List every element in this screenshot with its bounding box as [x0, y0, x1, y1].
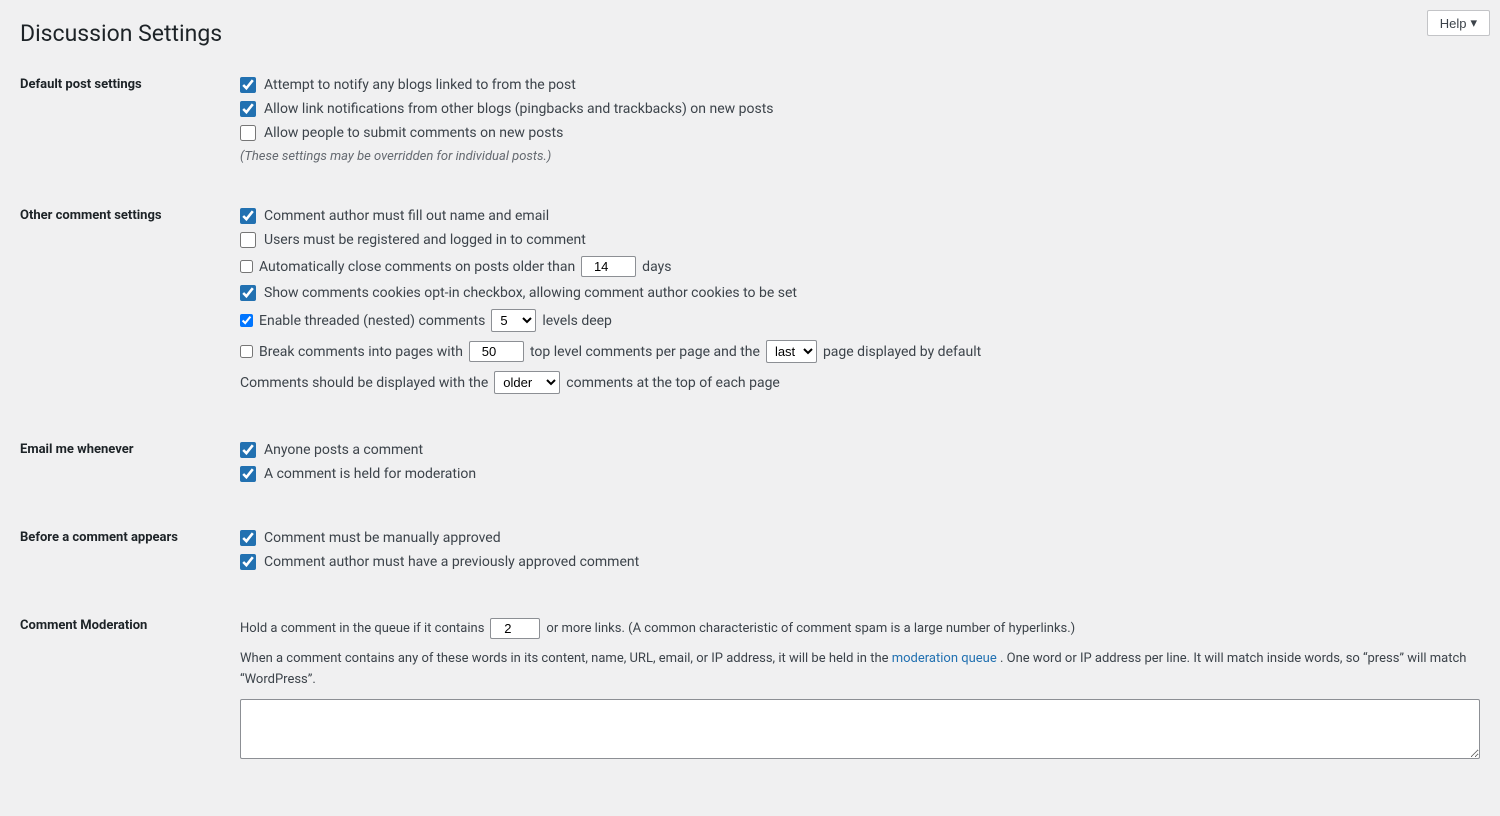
hold-links-input[interactable]	[490, 618, 540, 639]
before-comment-appears-row: Before a comment appears Comment must be…	[20, 520, 1480, 588]
default-post-settings-note: (These settings may be overridden for in…	[240, 149, 1480, 164]
registered-logged-in-text: Users must be registered and logged in t…	[264, 232, 586, 248]
comment-moderation-content: Hold a comment in the queue if it contai…	[240, 608, 1480, 773]
author-name-email-row: Comment author must fill out name and em…	[240, 208, 1480, 224]
author-name-email-text: Comment author must fill out name and em…	[264, 208, 549, 224]
cookies-text: Show comments cookies opt-in checkbox, a…	[264, 285, 797, 301]
allow-comments-text: Allow people to submit comments on new p…	[264, 125, 563, 141]
previously-approved-checkbox[interactable]	[240, 554, 256, 570]
break-label-after: page displayed by default	[823, 344, 981, 360]
held-moderation-row: A comment is held for moderation	[240, 466, 1480, 482]
auto-close-checkbox[interactable]	[240, 260, 253, 273]
display-label-after: comments at the top of each page	[566, 375, 780, 391]
help-button-label: Help	[1440, 16, 1467, 31]
settings-table: Default post settings Attempt to notify …	[20, 67, 1480, 773]
break-label-before: Break comments into pages with	[259, 344, 463, 360]
comment-moderation-label: Comment Moderation	[20, 608, 240, 773]
anyone-posts-text: Anyone posts a comment	[264, 442, 423, 458]
display-order-select[interactable]: older newer	[494, 371, 560, 394]
registered-logged-in-label[interactable]: Users must be registered and logged in t…	[240, 232, 586, 248]
other-comment-settings-row: Other comment settings Comment author mu…	[20, 198, 1480, 412]
threaded-comments-row: Enable threaded (nested) comments 5 2 3 …	[240, 309, 1480, 332]
comment-moderation-row: Comment Moderation Hold a comment in the…	[20, 608, 1480, 773]
cookies-label[interactable]: Show comments cookies opt-in checkbox, a…	[240, 285, 797, 301]
allow-comments-label[interactable]: Allow people to submit comments on new p…	[240, 125, 563, 141]
previously-approved-text: Comment author must have a previously ap…	[264, 554, 639, 570]
threaded-label-after: levels deep	[542, 313, 612, 329]
threaded-comments-checkbox[interactable]	[240, 314, 253, 327]
previously-approved-label[interactable]: Comment author must have a previously ap…	[240, 554, 639, 570]
break-comments-checkbox[interactable]	[240, 345, 253, 358]
hold-label-before: Hold a comment in the queue if it contai…	[240, 621, 484, 636]
attempt-notify-row: Attempt to notify any blogs linked to fr…	[240, 77, 1480, 93]
held-moderation-text: A comment is held for moderation	[264, 466, 476, 482]
default-post-settings-row: Default post settings Attempt to notify …	[20, 67, 1480, 178]
allow-link-notifications-checkbox[interactable]	[240, 101, 256, 117]
allow-link-notifications-row: Allow link notifications from other blog…	[240, 101, 1480, 117]
author-name-email-label[interactable]: Comment author must fill out name and em…	[240, 208, 549, 224]
previously-approved-row: Comment author must have a previously ap…	[240, 554, 1480, 570]
auto-close-label-before: Automatically close comments on posts ol…	[259, 259, 575, 275]
break-comments-input[interactable]	[469, 341, 524, 362]
help-chevron-icon: ▾	[1470, 15, 1477, 31]
auto-close-label-after: days	[642, 259, 671, 275]
registered-logged-in-checkbox[interactable]	[240, 232, 256, 248]
anyone-posts-label[interactable]: Anyone posts a comment	[240, 442, 423, 458]
attempt-notify-checkbox[interactable]	[240, 77, 256, 93]
page-wrapper: Help ▾ Discussion Settings Default post …	[0, 0, 1500, 816]
manually-approved-text: Comment must be manually approved	[264, 530, 501, 546]
allow-comments-row: Allow people to submit comments on new p…	[240, 125, 1480, 141]
allow-comments-checkbox[interactable]	[240, 125, 256, 141]
attempt-notify-text: Attempt to notify any blogs linked to fr…	[264, 77, 576, 93]
cookies-row: Show comments cookies opt-in checkbox, a…	[240, 285, 1480, 301]
words-note-before: When a comment contains any of these wor…	[240, 651, 889, 666]
anyone-posts-checkbox[interactable]	[240, 442, 256, 458]
before-comment-appears-content: Comment must be manually approved Commen…	[240, 520, 1480, 588]
break-label-middle: top level comments per page and the	[530, 344, 760, 360]
default-post-settings-label: Default post settings	[20, 67, 240, 178]
held-moderation-checkbox[interactable]	[240, 466, 256, 482]
display-label-before: Comments should be displayed with the	[240, 375, 488, 391]
email-whenever-label: Email me whenever	[20, 432, 240, 500]
auto-close-days-input[interactable]	[581, 256, 636, 277]
moderation-queue-link[interactable]: moderation queue	[892, 651, 997, 666]
help-button[interactable]: Help ▾	[1427, 10, 1490, 36]
break-last-select[interactable]: last first	[766, 340, 817, 363]
anyone-posts-row: Anyone posts a comment	[240, 442, 1480, 458]
auto-close-row: Automatically close comments on posts ol…	[240, 256, 1480, 277]
threaded-comments-select[interactable]: 5 2 3 4 6 7 8 9 10	[491, 309, 536, 332]
break-comments-row: Break comments into pages with top level…	[240, 340, 1480, 363]
other-comment-settings-label: Other comment settings	[20, 198, 240, 412]
allow-link-notifications-label[interactable]: Allow link notifications from other blog…	[240, 101, 774, 117]
display-order-row: Comments should be displayed with the ol…	[240, 371, 1480, 394]
manually-approved-checkbox[interactable]	[240, 530, 256, 546]
held-moderation-label[interactable]: A comment is held for moderation	[240, 466, 476, 482]
allow-link-notifications-text: Allow link notifications from other blog…	[264, 101, 774, 117]
email-whenever-row: Email me whenever Anyone posts a comment…	[20, 432, 1480, 500]
hold-label-after: or more links. (A common characteristic …	[546, 621, 1075, 636]
moderation-words-note: When a comment contains any of these wor…	[240, 649, 1480, 691]
attempt-notify-label[interactable]: Attempt to notify any blogs linked to fr…	[240, 77, 576, 93]
author-name-email-checkbox[interactable]	[240, 208, 256, 224]
before-comment-appears-label: Before a comment appears	[20, 520, 240, 588]
hold-queue-row: Hold a comment in the queue if it contai…	[240, 618, 1480, 639]
manually-approved-label[interactable]: Comment must be manually approved	[240, 530, 501, 546]
registered-logged-in-row: Users must be registered and logged in t…	[240, 232, 1480, 248]
threaded-label-before: Enable threaded (nested) comments	[259, 313, 485, 329]
email-whenever-content: Anyone posts a comment A comment is held…	[240, 432, 1480, 500]
page-title: Discussion Settings	[20, 20, 1480, 47]
other-comment-settings-content: Comment author must fill out name and em…	[240, 198, 1480, 412]
manually-approved-row: Comment must be manually approved	[240, 530, 1480, 546]
default-post-settings-content: Attempt to notify any blogs linked to fr…	[240, 67, 1480, 178]
cookies-checkbox[interactable]	[240, 285, 256, 301]
moderation-words-textarea[interactable]	[240, 699, 1480, 759]
